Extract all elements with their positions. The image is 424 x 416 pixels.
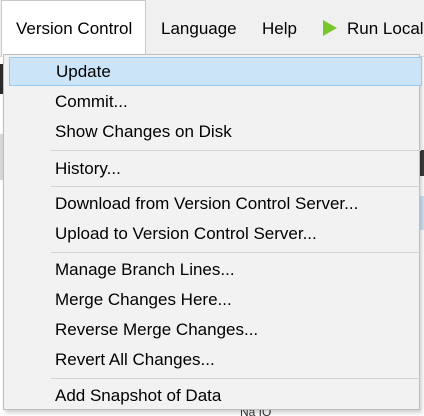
menu-help[interactable]: Help <box>252 0 307 56</box>
menu-item-label: Add Snapshot of Data <box>55 386 222 405</box>
menu-item-label: Download from Version Control Server... <box>55 194 359 213</box>
menu-version-control-label: Version Control <box>16 19 133 38</box>
menu-item-label: Revert All Changes... <box>55 350 215 369</box>
menu-bar: Version Control Language Help Run Local <box>0 0 424 57</box>
version-control-dropdown: Update Commit... Show Changes on Disk Hi… <box>3 54 422 410</box>
menu-item-label: Merge Changes Here... <box>55 290 232 309</box>
play-icon <box>323 20 337 36</box>
menu-item-label: Commit... <box>55 92 128 111</box>
menu-help-label: Help <box>262 19 297 38</box>
menu-separator <box>51 186 421 187</box>
menu-separator <box>51 150 421 151</box>
menu-item-label: Update <box>56 62 111 81</box>
menu-separator <box>51 252 421 253</box>
menu-item-add-snapshot-of-data[interactable]: Add Snapshot of Data <box>9 381 422 410</box>
menu-item-update[interactable]: Update <box>9 57 422 86</box>
menu-item-label: Manage Branch Lines... <box>55 260 235 279</box>
menu-separator <box>51 378 421 379</box>
menu-item-label: Reverse Merge Changes... <box>55 320 259 339</box>
menu-item-label: History... <box>55 159 121 178</box>
menu-item-commit[interactable]: Commit... <box>9 87 422 116</box>
menu-item-show-changes-on-disk[interactable]: Show Changes on Disk <box>9 117 422 146</box>
menu-item-manage-branch-lines[interactable]: Manage Branch Lines... <box>9 255 422 284</box>
app-window: Na IO Version Control Language Help Run … <box>0 0 424 416</box>
menu-language-label: Language <box>161 19 237 38</box>
menu-item-history[interactable]: History... <box>9 154 422 183</box>
menu-item-revert-all-changes[interactable]: Revert All Changes... <box>9 345 422 374</box>
menu-item-reverse-merge-changes[interactable]: Reverse Merge Changes... <box>9 315 422 344</box>
run-local-label: Run Local <box>347 19 424 38</box>
menu-item-label: Upload to Version Control Server... <box>55 224 317 243</box>
menu-item-merge-changes-here[interactable]: Merge Changes Here... <box>9 285 422 314</box>
menu-item-label: Show Changes on Disk <box>55 122 232 141</box>
run-local-button[interactable]: Run Local <box>313 0 424 56</box>
menu-version-control[interactable]: Version Control <box>1 0 147 57</box>
menu-item-download-from-server[interactable]: Download from Version Control Server... <box>9 189 422 218</box>
menu-item-upload-to-server[interactable]: Upload to Version Control Server... <box>9 219 422 248</box>
menu-language[interactable]: Language <box>151 0 247 56</box>
